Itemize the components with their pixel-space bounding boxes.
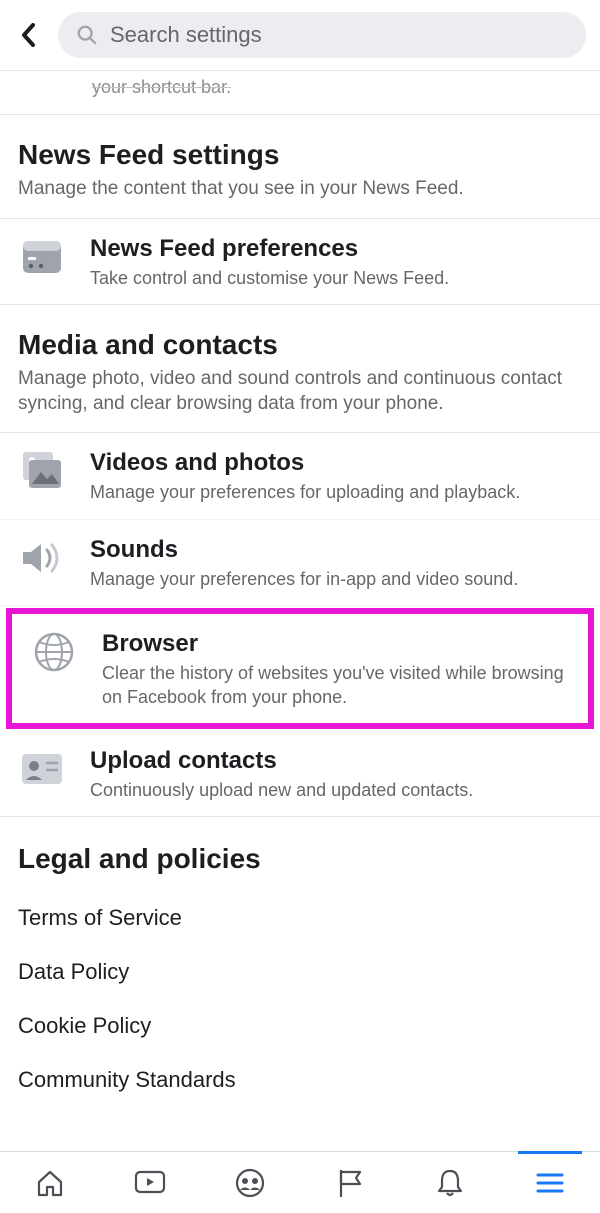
item-newsfeed-preferences[interactable]: News Feed preferences Take control and c… (0, 219, 600, 305)
item-title: Browser (102, 630, 570, 658)
item-desc: Manage your preferences for in-app and v… (90, 568, 582, 591)
link-terms[interactable]: Terms of Service (18, 891, 582, 945)
contact-card-icon (18, 745, 66, 793)
search-input[interactable] (110, 22, 568, 48)
section-newsfeed: News Feed settings Manage the content th… (0, 115, 600, 219)
link-community-standards[interactable]: Community Standards (18, 1053, 582, 1107)
nav-pages[interactable] (310, 1152, 390, 1213)
hamburger-icon (535, 1171, 565, 1195)
item-desc: Take control and customise your News Fee… (90, 267, 582, 290)
item-desc: Clear the history of websites you've vis… (102, 662, 570, 709)
section-title: News Feed settings (18, 139, 582, 171)
back-button[interactable] (14, 20, 44, 50)
nav-menu[interactable] (510, 1152, 590, 1213)
nav-watch[interactable] (110, 1152, 190, 1213)
search-bar[interactable] (58, 12, 586, 58)
nav-groups[interactable] (210, 1152, 290, 1213)
link-data-policy[interactable]: Data Policy (18, 945, 582, 999)
bell-icon (436, 1167, 464, 1199)
photos-icon (18, 447, 66, 495)
nav-notifications[interactable] (410, 1152, 490, 1213)
chevron-left-icon (19, 22, 39, 48)
nav-home[interactable] (10, 1152, 90, 1213)
item-sounds[interactable]: Sounds Manage your preferences for in-ap… (0, 520, 600, 606)
search-icon (76, 24, 98, 46)
home-icon (34, 1167, 66, 1199)
header-bar (0, 0, 600, 71)
sound-icon (18, 534, 66, 582)
item-desc: Manage your preferences for uploading an… (90, 481, 582, 504)
highlight-browser: Browser Clear the history of websites yo… (6, 608, 594, 729)
item-title: Upload contacts (90, 747, 582, 775)
globe-icon (30, 628, 78, 676)
bottom-nav (0, 1151, 600, 1213)
section-legal: Legal and policies Terms of Service Data… (0, 817, 600, 1117)
section-title: Media and contacts (18, 329, 582, 361)
item-videos-photos[interactable]: Videos and photos Manage your preference… (0, 433, 600, 519)
link-cookie-policy[interactable]: Cookie Policy (18, 999, 582, 1053)
section-title: Legal and policies (18, 843, 582, 875)
item-title: News Feed preferences (90, 235, 582, 263)
flag-icon (335, 1167, 365, 1199)
newsfeed-icon (18, 233, 66, 281)
item-upload-contacts[interactable]: Upload contacts Continuously upload new … (0, 731, 600, 817)
item-title: Videos and photos (90, 449, 582, 477)
item-desc: Continuously upload new and updated cont… (90, 779, 582, 802)
item-browser[interactable]: Browser Clear the history of websites yo… (12, 614, 588, 723)
truncated-prev-item: your shortcut bar. (0, 71, 600, 115)
groups-icon (234, 1167, 266, 1199)
watch-icon (133, 1169, 167, 1197)
section-subtitle: Manage photo, video and sound controls a… (18, 367, 582, 416)
section-subtitle: Manage the content that you see in your … (18, 177, 582, 202)
section-media: Media and contacts Manage photo, video a… (0, 305, 600, 433)
item-title: Sounds (90, 536, 582, 564)
